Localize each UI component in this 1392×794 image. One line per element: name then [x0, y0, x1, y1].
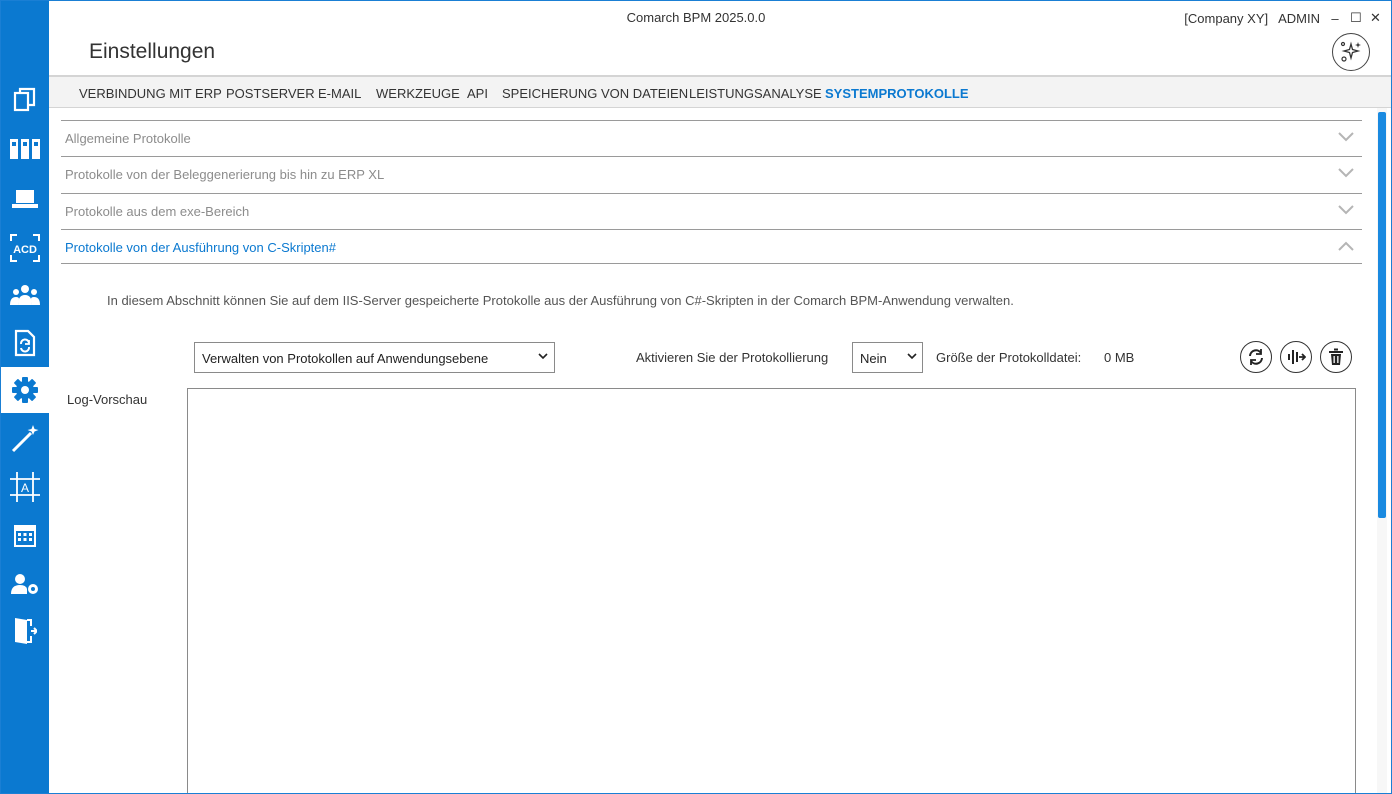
chevron-down-icon	[1338, 132, 1354, 142]
sidebar: ACD A	[0, 0, 49, 794]
chevron-up-icon	[1338, 241, 1354, 251]
section-document-generation-logs[interactable]: Protokolle von der Beleggenerierung bis …	[61, 156, 1362, 192]
log-preview-label: Log-Vorschau	[67, 392, 148, 407]
section-label: Protokolle von der Beleggenerierung bis …	[65, 167, 385, 182]
sidebar-item-binders[interactable]	[0, 126, 49, 172]
minimize-button[interactable]: –	[1330, 11, 1340, 26]
calendar-icon	[13, 525, 36, 547]
download-log-icon	[1288, 350, 1306, 364]
sidebar-item-users[interactable]	[0, 272, 49, 318]
svg-text:ACD: ACD	[13, 244, 37, 256]
chevron-down-icon	[538, 353, 548, 360]
binders-icon	[9, 139, 40, 159]
delete-log-button[interactable]	[1320, 341, 1352, 373]
section-general-logs[interactable]: Allgemeine Protokolle	[61, 120, 1362, 156]
chevron-down-icon	[1338, 168, 1354, 178]
text-frame-icon: A	[9, 472, 40, 502]
refresh-button[interactable]	[1240, 341, 1272, 373]
vertical-scrollbar-thumb[interactable]	[1378, 112, 1386, 518]
log-level-select-value: Verwalten von Protokollen auf Anwendungs…	[202, 351, 489, 366]
activate-logging-value: Nein	[860, 351, 887, 366]
acd-icon: ACD	[9, 234, 40, 262]
activate-logging-label: Aktivieren Sie der Protokollierung	[636, 350, 829, 365]
document-sync-icon	[14, 329, 35, 357]
logout-icon	[14, 618, 37, 644]
section-description: In diesem Abschnitt können Sie auf dem I…	[107, 293, 1014, 308]
ai-assistant-button[interactable]	[1332, 33, 1370, 71]
magic-wand-icon	[11, 425, 38, 453]
tab-erp-connection[interactable]: VERBINDUNG MIT ERP	[79, 86, 222, 101]
section-label: Protokolle von der Ausführung von C-Skri…	[65, 240, 336, 255]
sidebar-item-documents[interactable]	[0, 76, 49, 122]
tab-system-logs[interactable]: SYSTEMPROTOKOLLE	[825, 86, 969, 101]
svg-text:A: A	[20, 481, 28, 495]
sidebar-item-logout[interactable]	[0, 608, 49, 654]
tab-tools[interactable]: WERKZEUGE	[376, 86, 460, 101]
tab-mail-server[interactable]: POSTSERVER	[226, 86, 315, 101]
section-divider	[61, 263, 1362, 264]
section-label: Protokolle aus dem exe-Bereich	[65, 204, 250, 219]
sidebar-item-laptop[interactable]	[0, 176, 49, 222]
refresh-icon	[1249, 349, 1263, 365]
close-button[interactable]: ✕	[1370, 10, 1381, 26]
tab-api[interactable]: API	[467, 86, 488, 101]
download-log-button[interactable]	[1280, 341, 1312, 373]
sidebar-item-text-frame[interactable]: A	[0, 464, 49, 510]
log-file-size-label: Größe der Protokolldatei:	[936, 350, 1082, 365]
title-bar-right: [Company XY] ADMIN – ☐ ✕	[1184, 10, 1381, 26]
users-group-icon	[9, 285, 40, 305]
section-exe-logs[interactable]: Protokolle aus dem exe-Bereich	[61, 193, 1362, 229]
log-preview-textarea[interactable]	[187, 388, 1356, 794]
sidebar-item-user-settings[interactable]	[0, 561, 49, 607]
activate-logging-select[interactable]: Nein	[852, 342, 923, 373]
trash-icon	[1329, 348, 1343, 365]
page-title: Einstellungen	[89, 40, 216, 63]
laptop-icon	[11, 190, 38, 208]
section-csharp-script-logs[interactable]: Protokolle von der Ausführung von C-Skri…	[61, 229, 1362, 263]
user-label[interactable]: ADMIN	[1278, 11, 1320, 26]
log-file-size-value: 0 MB	[1104, 350, 1135, 365]
chevron-down-icon	[907, 353, 917, 360]
sidebar-item-magic-wand[interactable]	[0, 415, 49, 461]
sidebar-item-settings[interactable]	[0, 367, 49, 413]
log-level-select[interactable]: Verwalten von Protokollen auf Anwendungs…	[194, 342, 555, 373]
chevron-down-icon	[1338, 205, 1354, 215]
documents-icon	[13, 87, 35, 112]
maximize-button[interactable]: ☐	[1350, 10, 1362, 26]
section-label: Allgemeine Protokolle	[65, 131, 191, 146]
sparkles-icon	[1340, 41, 1361, 62]
company-label[interactable]: [Company XY]	[1184, 11, 1268, 26]
sidebar-item-calendar[interactable]	[0, 513, 49, 559]
sidebar-item-acd[interactable]: ACD	[0, 225, 49, 271]
tab-email[interactable]: E-MAIL	[318, 86, 361, 101]
tab-file-storage[interactable]: SPEICHERUNG VON DATEIEN	[502, 86, 688, 101]
gear-icon	[11, 377, 38, 403]
settings-tabbar: VERBINDUNG MIT ERP POSTSERVER E-MAIL WER…	[49, 75, 1392, 108]
sidebar-item-document-sync[interactable]	[0, 320, 49, 366]
tab-performance-analysis[interactable]: LEISTUNGSANALYSE	[689, 86, 822, 101]
app-title: Comarch BPM 2025.0.0	[626, 10, 766, 25]
user-settings-icon	[10, 574, 38, 594]
